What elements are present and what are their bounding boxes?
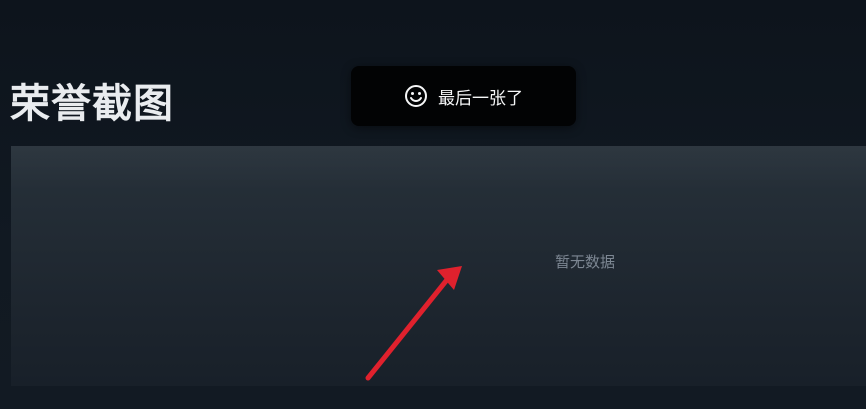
section-title: 荣誉截图 [10, 81, 174, 127]
empty-state-text: 暂无数据 [555, 253, 616, 271]
toast-message: 最后一张了 [351, 66, 576, 126]
screenshots-panel: 暂无数据 [11, 146, 866, 386]
toast-text: 最后一张了 [438, 88, 523, 109]
smile-icon [404, 84, 428, 108]
honor-screenshots-page: 荣誉截图 暂无数据 最后一张了 [0, 0, 866, 409]
